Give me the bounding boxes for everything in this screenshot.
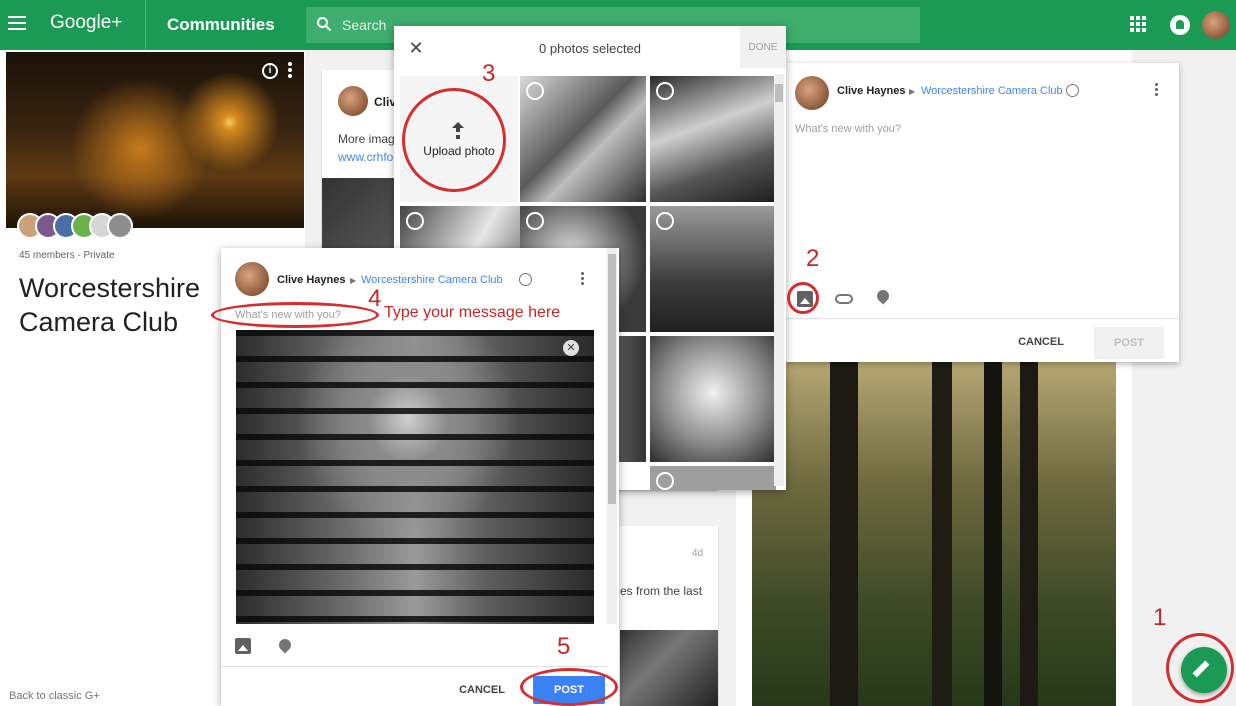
attached-photo: [236, 330, 594, 624]
photo-thumbnail[interactable]: [520, 76, 646, 202]
community-cover-photo: [6, 52, 304, 228]
done-button[interactable]: DONE: [740, 26, 786, 68]
select-checkbox[interactable]: [526, 212, 544, 230]
annotation-hint: Type your message here: [384, 304, 561, 321]
avatar: [795, 76, 829, 110]
section-title: Communities: [167, 15, 275, 34]
hamburger-icon[interactable]: [8, 16, 26, 30]
photo-thumbnail[interactable]: [650, 336, 776, 462]
visibility-icon: [1066, 84, 1079, 97]
info-icon[interactable]: i: [262, 63, 278, 79]
community-selector[interactable]: Worcestershire Camera Club: [921, 85, 1063, 97]
scrollbar[interactable]: [607, 248, 617, 624]
step-number-5: 5: [557, 633, 571, 660]
step-number-2: 2: [806, 245, 820, 272]
more-icon[interactable]: [581, 272, 585, 288]
place-icon[interactable]: [874, 287, 892, 305]
post-author[interactable]: Cliv: [374, 95, 396, 109]
more-icon[interactable]: [288, 62, 292, 78]
brand-divider: [145, 0, 146, 50]
remove-photo-icon[interactable]: ✕: [563, 340, 579, 356]
select-checkbox[interactable]: [656, 472, 674, 490]
post-image[interactable]: [752, 362, 1116, 706]
apps-icon[interactable]: [1130, 16, 1146, 32]
picker-title: 0 photos selected: [539, 41, 641, 56]
highlight-ring: [520, 668, 618, 706]
scrollbar-thumb[interactable]: [608, 254, 616, 504]
divider: [221, 666, 607, 667]
community-title: Worcestershire Camera Club: [19, 273, 201, 337]
cancel-button[interactable]: CANCEL: [447, 677, 517, 703]
avatar: [107, 213, 133, 239]
photo-thumbnail[interactable]: [650, 206, 776, 332]
more-icon[interactable]: [1155, 83, 1159, 99]
divider: [783, 318, 1179, 319]
search-icon: [317, 17, 332, 32]
post-text-input[interactable]: [795, 119, 1155, 139]
chevron-right-icon: ▶: [909, 87, 916, 96]
post-image[interactable]: [620, 630, 718, 706]
select-checkbox[interactable]: [526, 82, 544, 100]
scrollbar-thumb[interactable]: [775, 84, 783, 102]
select-checkbox[interactable]: [406, 212, 424, 230]
step-number-3: 3: [482, 60, 496, 87]
notifications-icon[interactable]: [1170, 15, 1190, 35]
brand-logo[interactable]: Google+: [50, 12, 122, 34]
highlight-ring: [211, 302, 379, 328]
avatar: [235, 262, 269, 296]
avatar: [338, 86, 368, 116]
highlight-ring: [787, 282, 819, 314]
chevron-right-icon: ▶: [350, 276, 357, 285]
post-link[interactable]: www.crhfo: [338, 150, 393, 164]
highlight-ring: [1166, 633, 1234, 703]
link-icon[interactable]: [835, 294, 853, 304]
post-button[interactable]: POST: [1094, 327, 1164, 359]
post-timestamp: 4d: [692, 548, 704, 559]
photo-thumbnail[interactable]: [650, 466, 776, 490]
account-avatar[interactable]: [1202, 11, 1230, 39]
author-name: Clive Haynes: [277, 274, 346, 286]
photo-thumbnail[interactable]: [650, 76, 776, 202]
compose-dialog: Clive Haynes ▶ Worcestershire Camera Clu…: [783, 63, 1179, 362]
back-to-classic-link[interactable]: Back to classic G+: [9, 690, 100, 702]
post-text: More imag: [338, 132, 395, 146]
step-number-1: 1: [1153, 604, 1167, 631]
photo-icon[interactable]: [235, 638, 251, 654]
post-text: es from the last: [620, 584, 703, 598]
scrollbar[interactable]: [774, 74, 784, 486]
visibility-icon: [519, 273, 532, 286]
members-count: 45 members - Private: [19, 250, 115, 261]
community-selector[interactable]: Worcestershire Camera Club: [361, 274, 503, 286]
place-icon[interactable]: [276, 636, 294, 654]
cancel-button[interactable]: CANCEL: [1008, 329, 1074, 355]
highlight-ring: [402, 88, 506, 192]
select-checkbox[interactable]: [656, 82, 674, 100]
select-checkbox[interactable]: [656, 212, 674, 230]
author-name: Clive Haynes: [837, 85, 906, 97]
